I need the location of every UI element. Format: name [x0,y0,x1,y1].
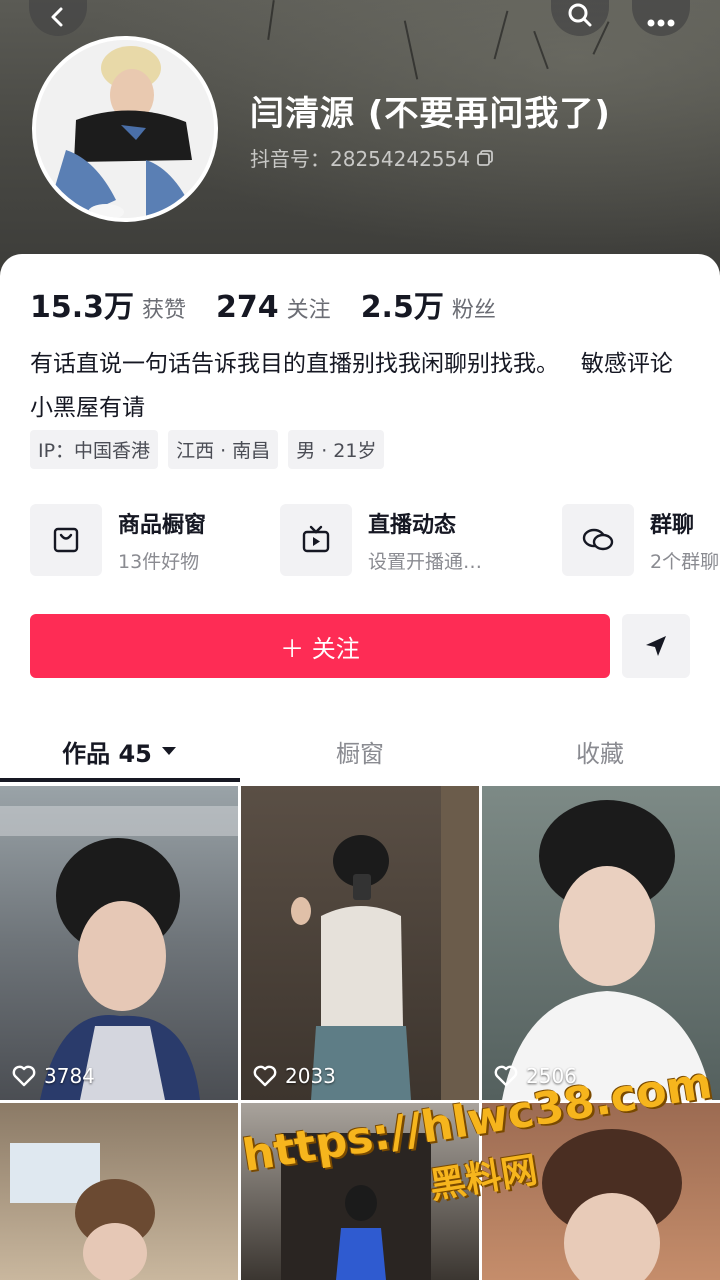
video-likes: 2033 [253,1064,336,1088]
video-thumbnail-image [291,786,479,1100]
feature-live-updates[interactable]: 直播动态 设置开播通… [280,504,482,576]
tv-icon [280,504,352,576]
feature-group-title: 群聊 [650,512,695,538]
follow-button[interactable]: ＋ 关注 [30,614,610,678]
search-button[interactable] [551,0,609,36]
search-icon [568,3,592,27]
nickname: 闫清源 (不要再问我了) [250,94,611,134]
video-thumbnail-image [0,806,238,1100]
send-icon [646,636,666,656]
back-button[interactable] [29,0,87,36]
feature-live-title: 直播动态 [368,512,457,538]
more-dots-icon [647,19,675,27]
video-likes-count: 2033 [285,1064,336,1088]
video-thumbnail[interactable]: 2033 [241,786,479,1100]
stats-row: 15.3万 获赞 274 关注 2.5万 粉丝 [30,282,526,326]
copy-icon[interactable] [476,149,494,167]
tag-city: 江西 · 南昌 [168,430,279,469]
video-thumbnail[interactable]: 3784 [0,786,238,1100]
followers-label[interactable]: 粉丝 [452,292,496,324]
chat-bubbles-icon [562,504,634,576]
shopping-bag-icon [30,504,102,576]
tab-showcase[interactable]: 橱窗 [240,722,480,780]
tab-works-label: 作品 45 [62,739,152,768]
video-thumbnail[interactable]: 2506 [482,786,720,1100]
more-button[interactable] [632,0,690,36]
following-label[interactable]: 关注 [287,292,331,324]
bio-text: 有话直说一句话告诉我目的直播别找我闲聊别找我。 敏感评论小黑屋有请 [30,351,673,421]
feature-live-subtitle: 设置开播通… [368,550,483,573]
likes-label: 获赞 [142,298,187,323]
douyin-id-text: 抖音号：28254242554 [250,147,470,171]
share-button[interactable] [622,614,690,678]
feature-group-subtitle: 2个群聊 [650,550,720,573]
avatar-photo [36,40,214,218]
video-thumbnail-image [502,800,712,1100]
heart-icon [494,1065,518,1087]
profile-banner: 闫清源 (不要再问我了) 抖音号：28254242554 [0,0,720,290]
active-tab-indicator [0,778,240,782]
feature-group-chat[interactable]: 群聊 2个群聊 [562,504,719,576]
video-likes-count: 3784 [44,1064,95,1088]
following-count[interactable]: 274 [216,290,279,325]
video-thumbnail-image [10,1143,155,1280]
profile-tags: IP：中国香港 江西 · 南昌 男 · 21岁 [30,430,385,469]
tab-favorites[interactable]: 收藏 [480,722,720,780]
video-likes: 3784 [12,1064,95,1088]
feature-row: 商品橱窗 13件好物 直播动态 设置开播通… 群聊 2个群聊 [30,504,720,578]
avatar[interactable] [32,36,218,222]
tag-ip-location: IP：中国香港 [30,430,159,469]
feature-shop-title: 商品橱窗 [118,512,207,538]
likes-count: 15.3万 [30,290,135,325]
feature-shop-window[interactable]: 商品橱窗 13件好物 [30,504,206,576]
tag-gender-age: 男 · 21岁 [288,430,385,469]
followers-count[interactable]: 2.5万 [361,282,444,326]
video-thumbnail[interactable] [0,1103,238,1280]
feature-shop-subtitle: 13件好物 [118,550,200,573]
dropdown-triangle-icon [161,747,176,755]
heart-icon [253,1065,277,1087]
back-arrow-icon [51,7,63,27]
content-tabs: 作品 45 橱窗 收藏 [0,722,720,780]
douyin-id: 抖音号：28254242554 [250,143,494,172]
heart-icon [12,1065,36,1087]
tab-works[interactable]: 作品 45 [0,722,240,780]
